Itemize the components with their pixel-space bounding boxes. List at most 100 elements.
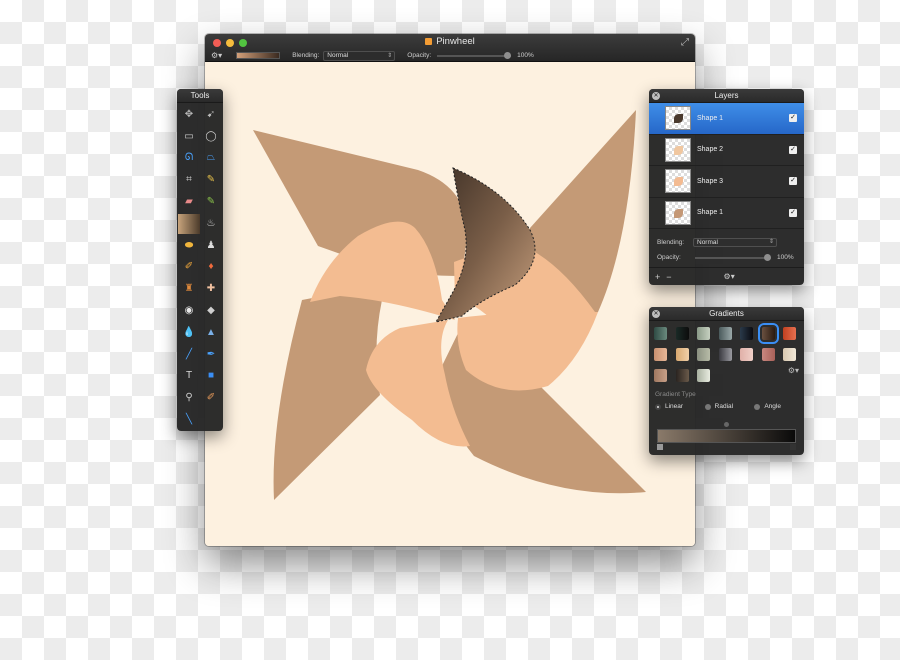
pen-line-icon[interactable]: ╱ — [178, 344, 200, 366]
gradient-swatch[interactable] — [697, 369, 710, 382]
remove-layer-button[interactable]: − — [666, 272, 671, 282]
gradient-swatch[interactable] — [654, 348, 667, 361]
gradient-type-linear[interactable]: Linear — [655, 403, 705, 410]
window-title-wrap: Pinwheel — [205, 36, 695, 47]
brush-icon[interactable]: ✐ — [178, 257, 200, 279]
lasso-icon[interactable]: ᘏ — [178, 148, 200, 170]
tools-panel-title: Tools — [177, 89, 223, 103]
gradient-editor-bar[interactable] — [657, 429, 796, 443]
smudge-icon[interactable]: ◆ — [200, 300, 222, 322]
shape-tool-icon[interactable]: ■ — [200, 366, 222, 388]
paint-brush-icon[interactable]: ╲ — [178, 409, 200, 431]
opacity-slider[interactable] — [437, 51, 512, 59]
gradient-swatch[interactable] — [697, 348, 710, 361]
gradient-swatch[interactable] — [178, 213, 200, 234]
gradient-midpoint-handle[interactable] — [724, 422, 729, 427]
gradient-type-radial[interactable]: Radial — [704, 403, 755, 410]
heal-icon[interactable]: ✚ — [200, 278, 222, 300]
gradient-swatch[interactable] — [697, 327, 710, 340]
layer-name: Shape 1 — [697, 114, 724, 122]
layer-opacity-thumb[interactable] — [764, 253, 771, 261]
layers-gear-icon[interactable]: ⚙▾ — [718, 272, 735, 281]
gradient-swatch[interactable] — [675, 348, 689, 361]
pinwheel-artwork[interactable] — [205, 63, 695, 546]
pen-path-icon[interactable]: ✒ — [200, 344, 222, 366]
polygon-lasso-icon[interactable]: ⏢ — [200, 148, 222, 170]
layer-visibility-checkbox[interactable]: ✓ — [789, 208, 797, 217]
gradient-swatch[interactable] — [654, 327, 667, 340]
gradient-swatch[interactable] — [783, 327, 796, 340]
burn-icon[interactable]: ♦ — [200, 257, 222, 279]
blending-select[interactable]: Normal — [323, 50, 396, 61]
radio-button[interactable] — [704, 403, 711, 410]
sponge-icon[interactable]: ⬬ — [178, 235, 200, 257]
layer-thumbnail — [665, 106, 691, 131]
layer-row[interactable]: Shape 2 ✓ — [649, 135, 804, 166]
radio-button[interactable] — [655, 403, 661, 410]
gradient-swatch[interactable] — [783, 348, 796, 361]
gradient-swatch[interactable] — [761, 348, 775, 361]
layer-row[interactable]: Shape 3 ✓ — [649, 166, 804, 198]
layer-visibility-checkbox[interactable]: ✓ — [789, 177, 797, 186]
gradient-grid — [649, 321, 804, 382]
opacity-label: Opacity: — [407, 52, 432, 59]
gradients-gear-icon[interactable]: ⚙▾ — [788, 366, 799, 375]
gradient-swatch[interactable] — [757, 323, 779, 344]
layer-opacity-slider[interactable] — [695, 253, 771, 261]
gradient-preview-button[interactable] — [236, 52, 281, 59]
gradient-swatch[interactable] — [718, 348, 732, 361]
ellipse-select-icon[interactable]: ◯ — [200, 126, 222, 148]
gradients-panel-title: ✕ Gradients — [649, 307, 804, 321]
close-gradients-panel-icon[interactable]: ✕ — [652, 310, 660, 318]
select-arrow-icon[interactable]: ➹ — [200, 104, 222, 126]
gradient-stop-right[interactable] — [790, 444, 796, 450]
inner-blade-right[interactable] — [457, 311, 598, 391]
canvas[interactable] — [205, 63, 695, 546]
opacity-slider-thumb[interactable] — [504, 51, 512, 59]
layer-row[interactable]: Shape 1 ✓ — [649, 198, 804, 229]
gradient-swatch[interactable] — [654, 369, 667, 382]
move-tool-icon[interactable]: ✥ — [178, 104, 200, 126]
zoom-icon[interactable]: ⚲ — [178, 387, 200, 409]
crop-icon[interactable]: ⌗ — [178, 169, 200, 191]
layer-row[interactable]: Shape 1 ✓ — [649, 103, 804, 135]
gradient-type-label: Gradient Type — [655, 391, 696, 398]
radio-button[interactable] — [754, 403, 761, 410]
blade-bottom-left[interactable] — [273, 295, 382, 500]
eyedropper-icon[interactable]: ✎ — [200, 169, 222, 191]
close-layers-panel-icon[interactable]: ✕ — [652, 92, 660, 100]
gradient-stop-left[interactable] — [657, 444, 663, 450]
layer-visibility-checkbox[interactable]: ✓ — [789, 114, 797, 123]
window-titlebar[interactable]: Pinwheel ⤢ ⚙▾ Blending: Normal Opacity: … — [205, 34, 695, 62]
gradient-type-angle[interactable]: Angle — [754, 403, 804, 410]
gradients-panel: ✕ Gradients ⚙▾ Gradient Type Linear Radia… — [649, 307, 804, 455]
rect-select-icon[interactable]: ▭ — [178, 126, 200, 148]
stamp-icon[interactable]: ♟ — [200, 235, 222, 257]
paint-bucket-icon[interactable]: ♨ — [200, 213, 222, 235]
fullscreen-icon[interactable]: ⤢ — [681, 37, 689, 48]
pencil-icon[interactable]: ✎ — [200, 191, 222, 213]
add-layer-button[interactable]: + — [655, 272, 660, 282]
gradient-swatch[interactable] — [740, 327, 753, 340]
options-gear-icon[interactable]: ⚙▾ — [211, 51, 222, 60]
document-window: Pinwheel ⤢ ⚙▾ Blending: Normal Opacity: … — [205, 34, 695, 546]
sharpen-icon[interactable]: ▲ — [200, 322, 222, 344]
layer-blending-label: Blending: — [657, 239, 685, 246]
red-eye-icon[interactable]: ◉ — [178, 300, 200, 322]
layer-visibility-checkbox[interactable]: ✓ — [789, 145, 797, 154]
layers-panel-title: ✕ Layers — [649, 89, 804, 103]
gradient-swatch[interactable] — [740, 348, 753, 361]
smudge-brush-icon[interactable]: ✐ — [200, 387, 222, 409]
gradient-swatch[interactable] — [675, 369, 689, 382]
text-tool-icon[interactable]: T — [178, 366, 200, 388]
blur-drop-icon[interactable]: 💧 — [178, 322, 200, 344]
layers-title: Layers — [714, 91, 739, 100]
eraser-icon[interactable]: ▰ — [178, 191, 200, 213]
layers-panel: ✕ Layers Shape 1 ✓ Shape 2 ✓ Shape 3 ✓ Shape 1… — [649, 89, 804, 285]
gradient-swatch[interactable] — [675, 327, 689, 340]
layer-opacity-label: Opacity: — [657, 254, 681, 261]
layer-blending-select[interactable]: Normal — [693, 238, 777, 247]
clone-stamp-icon[interactable]: ♜ — [178, 278, 200, 300]
tools-panel: Tools ✥ ➹ ▭ ◯ ᘏ ⏢ ⌗ ✎ ▰ ✎ ♨ ⬬ ♟ ✐ ♦ ♜ ✚ ◉ ◆ 💧 ▲ ╱ ✒ T ■ ⚲ ✐ ╲ — [177, 89, 223, 431]
gradient-swatch[interactable] — [718, 327, 732, 340]
